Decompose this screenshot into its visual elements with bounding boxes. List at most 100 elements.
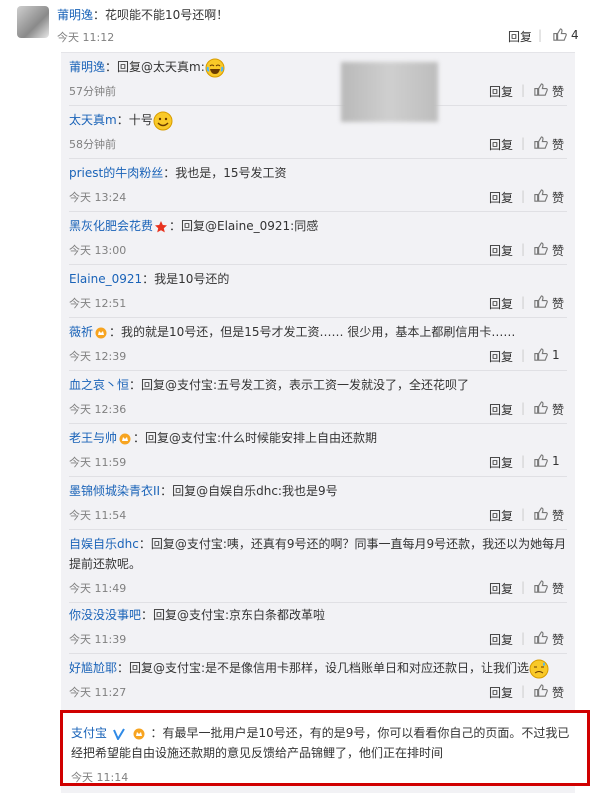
author-name[interactable]: 好尴尬耶 — [69, 661, 117, 675]
timestamp: 57分钟前 — [69, 85, 116, 98]
author-name[interactable]: 莆明逸 — [57, 8, 93, 22]
separator: | — [521, 401, 526, 415]
like-label: 赞 — [552, 244, 565, 258]
comment-text: ：回复@支付宝:咦，还真有9号还的啊？同事一直每月9号还款，我还以为她每月提前还… — [69, 537, 567, 571]
author-name[interactable]: 薇祈 — [69, 325, 93, 339]
author-name[interactable]: Elaine_0921 — [69, 272, 142, 286]
thumbs-up-icon — [534, 631, 548, 644]
separator: | — [521, 348, 526, 362]
member-badge-icon — [95, 327, 107, 338]
author-name[interactable]: 老王与帅 — [69, 431, 117, 445]
laugh-cry-emoji — [205, 58, 225, 77]
like-label: 赞 — [552, 297, 565, 311]
comment-text: ：十号 — [116, 113, 153, 127]
timestamp: 今天 12:39 — [69, 350, 127, 363]
separator: | — [521, 83, 526, 97]
thumbs-up-icon — [534, 684, 548, 697]
sweat-emoji — [529, 659, 549, 678]
comment-text: ：我是10号还的 — [142, 272, 230, 286]
like-button[interactable] — [533, 506, 548, 521]
comment-text: ：回复@支付宝:是不是像信用卡那样，设几档账单日和对应还款日，让我们选 — [117, 661, 530, 675]
like-label: 赞 — [552, 191, 565, 205]
reply-button[interactable]: 回复 — [489, 189, 513, 206]
replies-panel: 莆明逸：回复@太天真m: 57分钟前 回复 | 赞太天真m：十号 58分钟前 回复 | 赞 pri… — [61, 52, 575, 793]
like-button[interactable] — [533, 453, 548, 468]
timestamp: 今天 11:59 — [69, 456, 127, 469]
thumbs-up-icon — [534, 580, 548, 593]
author-name[interactable]: 血之哀丶恒 — [69, 378, 129, 392]
timestamp: 58分钟前 — [69, 138, 116, 151]
verified-icon — [112, 727, 125, 740]
reply-button[interactable]: 回复 — [489, 295, 513, 312]
reply-button[interactable]: 回复 — [489, 684, 513, 701]
timestamp: 今天 12:51 — [69, 297, 127, 310]
divider — [69, 653, 567, 654]
divider — [69, 317, 567, 318]
like-count: 4 — [571, 28, 579, 42]
reply-button[interactable]: 回复 — [489, 401, 513, 418]
comment-line: 薇祈 ：我的就是10号还，但是15号才发工资…… 很少用，基本上都刷信用卡…… — [69, 322, 567, 342]
divider — [69, 602, 567, 603]
like-button[interactable] — [533, 135, 548, 150]
member-badge-icon — [133, 728, 145, 739]
comment-text: ：回复@Elaine_0921:同感 — [169, 219, 319, 233]
thumbs-up-icon — [534, 295, 548, 308]
reply-button[interactable]: 回复 — [489, 136, 513, 153]
comment-line: 老王与帅 ：回复@支付宝:什么时候能安排上自由还款期 — [69, 428, 567, 448]
like-label: 赞 — [552, 509, 565, 523]
like-button[interactable] — [533, 294, 548, 309]
author-name[interactable]: 莆明逸 — [69, 60, 105, 74]
reply-button[interactable]: 回复 — [489, 631, 513, 648]
like-button[interactable] — [533, 400, 548, 415]
separator: | — [521, 242, 526, 256]
smile-emoji — [153, 111, 173, 130]
reply-button[interactable]: 回复 — [489, 580, 513, 597]
author-name[interactable]: 支付宝 — [71, 726, 107, 740]
thumbs-up-icon — [534, 189, 548, 202]
like-button[interactable] — [552, 27, 567, 42]
reply-button[interactable]: 回复 — [489, 507, 513, 524]
like-button[interactable] — [533, 82, 548, 97]
thumbs-up-icon — [534, 507, 548, 520]
like-button[interactable] — [533, 579, 548, 594]
comment-text: ：回复@支付宝:什么时候能安排上自由还款期 — [133, 431, 378, 445]
divider — [69, 370, 567, 371]
timestamp: 今天 13:00 — [69, 244, 127, 257]
comment-line: 好尴尬耶：回复@支付宝:是不是像信用卡那样，设几档账单日和对应还款日，让我们选 — [69, 658, 567, 679]
star-badge-icon — [155, 220, 168, 232]
separator: | — [521, 136, 526, 150]
reply-button[interactable]: 回复 — [489, 454, 513, 471]
like-label: 赞 — [552, 85, 565, 99]
separator: | — [521, 684, 526, 698]
author-name[interactable]: priest的牛肉粉丝 — [69, 166, 163, 180]
reply-button[interactable]: 回复 — [489, 348, 513, 365]
like-button[interactable] — [533, 683, 548, 698]
avatar[interactable] — [17, 6, 49, 38]
like-button[interactable] — [533, 241, 548, 256]
reply-button[interactable]: 回复 — [508, 28, 532, 45]
like-button[interactable] — [533, 347, 548, 362]
like-label: 赞 — [552, 403, 565, 417]
author-name[interactable]: 太天真m — [69, 113, 117, 127]
author-name[interactable]: 黑灰化肥会花费 — [69, 219, 153, 233]
comment-line: 黑灰化肥会花费 ：回复@Elaine_0921:同感 — [69, 216, 567, 236]
like-button[interactable] — [533, 188, 548, 203]
like-label: 赞 — [552, 582, 565, 596]
author-name[interactable]: 墨锦倾城染青衣II — [69, 484, 160, 498]
thumbs-up-icon — [553, 28, 567, 41]
divider — [69, 423, 567, 424]
like-button[interactable] — [533, 630, 548, 645]
comment-line: Elaine_0921：我是10号还的 — [69, 269, 567, 289]
author-name[interactable]: 你没没没事吧 — [69, 608, 141, 622]
blurred-image — [341, 62, 438, 122]
comment-line: 莆明逸：花呗能不能10号还啊！ — [57, 6, 228, 23]
divider — [69, 264, 567, 265]
comment-text: ：有最早一批用户是10号还，有的是9号，你可以看看你自己的页面。不过我已经把希望… — [71, 726, 570, 760]
reply-button[interactable]: 回复 — [489, 83, 513, 100]
comment-line: priest的牛肉粉丝：我也是，15号发工资 — [69, 163, 567, 183]
reply-button[interactable]: 回复 — [489, 242, 513, 259]
author-name[interactable]: 自娱自乐dhc — [69, 537, 139, 551]
comment-text: ：回复@太天真m: — [105, 60, 205, 74]
like-label: 1 — [552, 348, 560, 362]
comment-text: ：回复@支付宝:五号发工资，表示工资一发就没了，全还花呗了 — [129, 378, 470, 392]
